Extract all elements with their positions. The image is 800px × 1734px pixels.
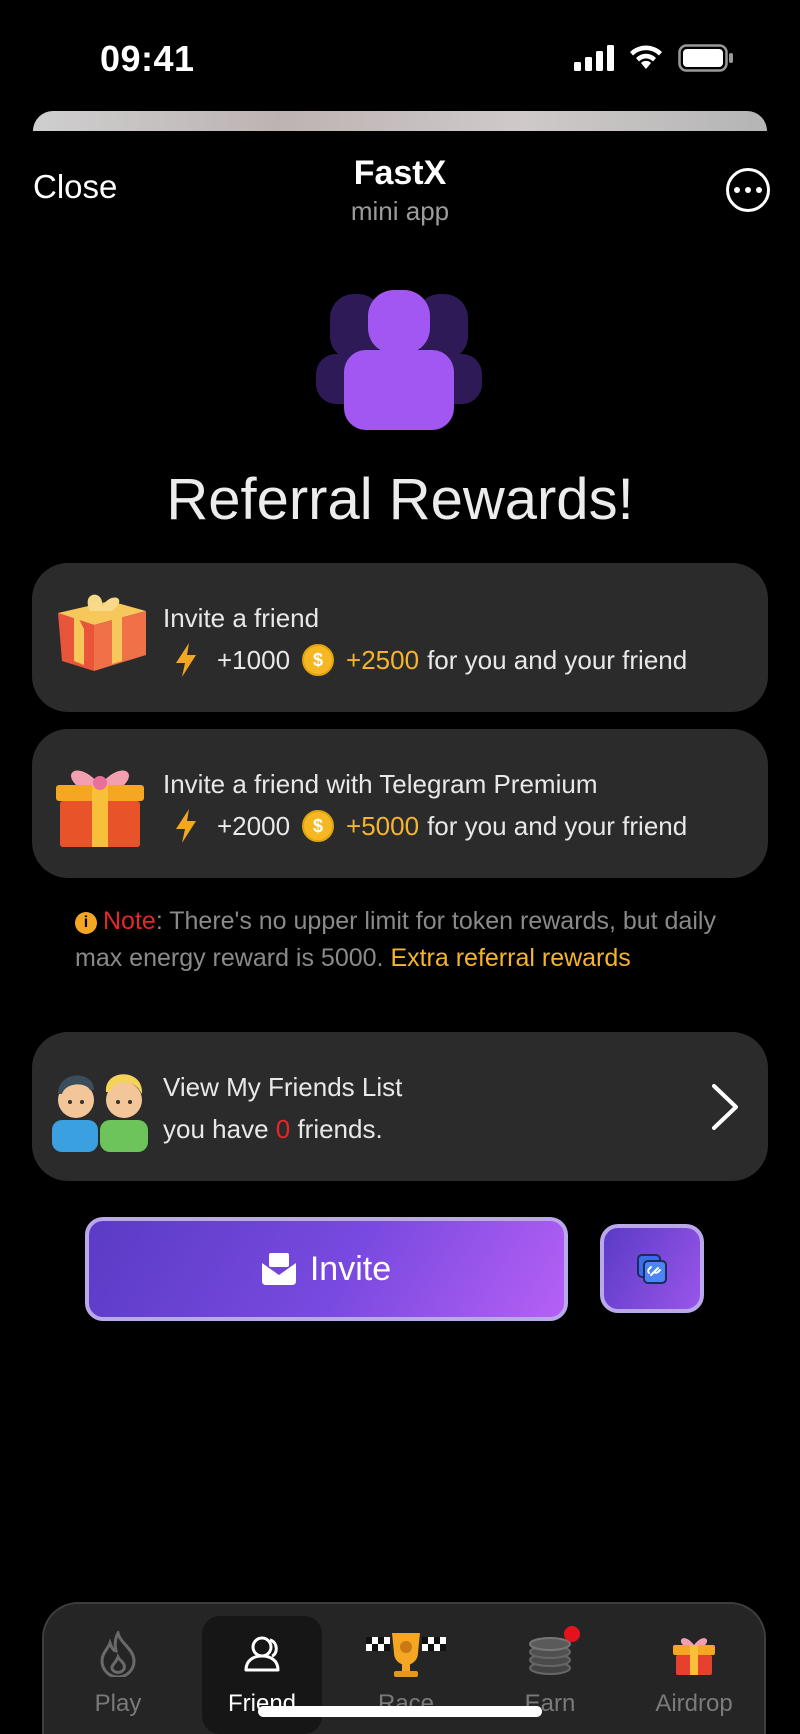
energy-bolt-icon [176, 643, 196, 677]
friends-avatars-icon [52, 1074, 148, 1152]
notification-dot [564, 1626, 580, 1642]
coin-icon: $ [302, 644, 335, 676]
invite-label: Invite [309, 1249, 392, 1288]
gift-icon [673, 1638, 715, 1675]
token-reward: +5000 [346, 810, 420, 841]
friends-list-card[interactable]: View My Friends List you have 0 friends. [32, 1032, 768, 1181]
nav-item-airdrop[interactable]: Airdrop [634, 1604, 754, 1734]
card-title: Invite a friend [163, 603, 320, 633]
energy-reward: +2000 [217, 810, 291, 841]
token-reward: +2500 [346, 644, 420, 675]
copy-link-button[interactable] [600, 1224, 704, 1313]
link-copy-icon [637, 1253, 667, 1284]
gift-box-icon [58, 594, 146, 671]
energy-bolt-icon [176, 809, 196, 843]
more-dot [756, 187, 762, 193]
nav-item-play[interactable]: Play [58, 1604, 178, 1734]
more-dot [745, 187, 751, 193]
invite-friend-card: Invite a friend +1000 $ +2500 for you an… [32, 563, 768, 712]
referral-note: i Note: There's no upper limit for token … [75, 903, 735, 977]
referral-users-icon [316, 290, 482, 430]
cellular-signal-icon [574, 45, 614, 71]
app-title: FastX [353, 154, 447, 192]
mini-app-header: Close FastX mini app [0, 150, 800, 230]
energy-reward: +1000 [217, 644, 291, 675]
card-title: Invite a friend with Telegram Premium [163, 769, 598, 799]
reward-suffix: for you and your friend [427, 810, 688, 841]
home-indicator [258, 1706, 542, 1717]
chevron-right-icon [712, 1084, 738, 1130]
status-icons [574, 44, 734, 72]
app-subtitle: mini app [350, 196, 450, 226]
reward-line: +1000 $ +2500 for you and your friend [163, 643, 687, 677]
sheet-handle [33, 111, 767, 131]
extra-rewards-link[interactable]: Extra referral rewards [390, 944, 630, 972]
invite-button[interactable]: Invite [85, 1217, 568, 1321]
friend-icon [244, 1636, 280, 1672]
reward-line: +2000 $ +5000 for you and your friend [163, 809, 687, 843]
trophy-icon [366, 1633, 446, 1677]
friends-count: 0 [275, 1114, 291, 1144]
note-label: Note [103, 907, 156, 935]
coin-icon: $ [302, 810, 335, 842]
status-bar: 09:41 [0, 0, 800, 110]
friends-count-suffix: friends. [290, 1114, 383, 1144]
premium-gift-icon [56, 770, 144, 847]
status-time: 09:41 [100, 38, 195, 79]
friends-list-title: View My Friends List [163, 1072, 403, 1102]
envelope-icon [261, 1253, 296, 1285]
battery-icon [678, 44, 733, 72]
friends-count-prefix: you have [163, 1114, 276, 1144]
friends-count-line: you have 0 friends. [163, 1114, 383, 1145]
info-icon: i [75, 911, 97, 934]
invite-premium-card: Invite a friend with Telegram Premium +2… [32, 729, 768, 878]
nav-label: Play [94, 1690, 142, 1717]
reward-suffix: for you and your friend [427, 644, 688, 675]
flame-icon [100, 1631, 136, 1677]
more-options-button[interactable] [726, 168, 770, 212]
page-title: Referral Rewards! [166, 467, 634, 532]
nav-label: Airdrop [655, 1690, 733, 1717]
more-dot [734, 187, 740, 193]
wifi-icon [630, 45, 662, 69]
